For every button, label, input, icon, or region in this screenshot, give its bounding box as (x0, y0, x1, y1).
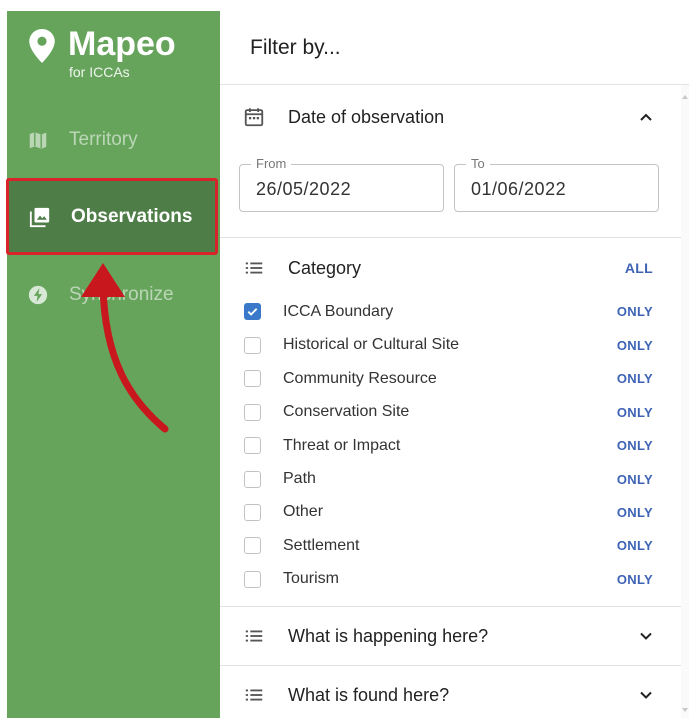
category-label: Threat or Impact (283, 436, 401, 454)
select-all-button[interactable]: ALL (625, 260, 653, 276)
divider (220, 606, 681, 607)
category-section-header[interactable]: Category ALL (220, 240, 681, 296)
panel-title: Filter by... (220, 11, 689, 85)
chevron-up-icon[interactable] (639, 110, 653, 124)
list-item[interactable]: ICCA Boundary ONLY (220, 295, 681, 328)
scroll-down-icon[interactable] (682, 708, 688, 712)
list-item[interactable]: Tourism ONLY (220, 563, 681, 596)
category-label: Conservation Site (283, 403, 410, 420)
sidebar-item-label: Synchronize (69, 284, 174, 305)
date-to-value[interactable]: 01/06/2022 (471, 179, 566, 200)
filter-panel: Filter by... Date of observation From 26… (220, 11, 689, 718)
only-button[interactable]: ONLY (617, 472, 653, 487)
only-button[interactable]: ONLY (617, 538, 653, 553)
divider (220, 237, 681, 238)
category-label: Other (283, 503, 324, 520)
section-title: What is found here? (288, 684, 450, 705)
section-title: Date of observation (288, 106, 445, 127)
date-from-field[interactable]: From 26/05/2022 (239, 156, 444, 212)
sidebar: Mapeo for ICCAs Territory Observations S… (6, 11, 220, 718)
category-checkbox[interactable] (244, 403, 261, 421)
category-checkbox[interactable] (244, 503, 261, 521)
category-checkbox[interactable] (244, 470, 261, 488)
category-label: Historical or Cultural Site (283, 336, 460, 353)
app-subtitle: for ICCAs (69, 64, 130, 80)
sidebar-item-label: Territory (69, 129, 138, 150)
only-button[interactable]: ONLY (617, 371, 653, 386)
category-label: Settlement (283, 536, 360, 554)
photo-library-icon (29, 206, 51, 228)
app-name: Mapeo (68, 25, 176, 63)
only-button[interactable]: ONLY (617, 304, 653, 319)
sidebar-item-synchronize[interactable]: Synchronize (7, 269, 220, 321)
chevron-down-icon[interactable] (639, 629, 653, 643)
list-item[interactable]: Threat or Impact ONLY (220, 429, 681, 462)
category-label: Path (283, 470, 316, 487)
category-checkbox[interactable] (244, 303, 261, 320)
divider (220, 665, 681, 666)
sidebar-item-territory[interactable]: Territory (7, 114, 220, 166)
date-section-header[interactable]: Date of observation (220, 89, 681, 145)
chevron-down-icon[interactable] (639, 688, 653, 702)
category-checkbox[interactable] (244, 336, 261, 354)
found-section-header[interactable]: What is found here? (220, 667, 681, 718)
category-checkbox[interactable] (244, 537, 261, 554)
date-from-value[interactable]: 26/05/2022 (256, 179, 351, 200)
category-checkbox[interactable] (244, 437, 261, 454)
list-icon (243, 257, 265, 279)
scroll-up-icon[interactable] (682, 95, 688, 99)
category-checkbox[interactable] (244, 570, 261, 588)
list-item[interactable]: Settlement ONLY (220, 529, 681, 562)
bolt-icon (27, 284, 49, 306)
only-button[interactable]: ONLY (617, 505, 653, 520)
location-pin-icon (29, 29, 55, 63)
sidebar-item-observations[interactable]: Observations (6, 178, 218, 255)
category-label: Community Resource (283, 369, 437, 387)
list-item[interactable]: Conservation Site ONLY (220, 396, 681, 429)
happening-section-header[interactable]: What is happening here? (220, 608, 681, 664)
category-label: ICCA Boundary (283, 302, 394, 320)
scrollbar[interactable] (681, 85, 689, 718)
only-button[interactable]: ONLY (617, 405, 653, 420)
sidebar-item-label: Observations (71, 205, 193, 227)
only-button[interactable]: ONLY (617, 338, 653, 353)
section-title: What is happening here? (288, 625, 489, 646)
category-checkbox[interactable] (244, 370, 261, 387)
date-to-label: To (466, 156, 490, 171)
list-icon (243, 684, 265, 706)
category-label: Tourism (283, 570, 340, 587)
section-title: Category (288, 257, 362, 278)
map-icon (27, 129, 49, 151)
list-item[interactable]: Path ONLY (220, 463, 681, 496)
list-item[interactable]: Historical or Cultural Site ONLY (220, 329, 681, 362)
list-icon (243, 625, 265, 647)
only-button[interactable]: ONLY (617, 572, 653, 587)
calendar-icon (243, 106, 265, 128)
date-from-label: From (251, 156, 292, 171)
list-item[interactable]: Other ONLY (220, 496, 681, 529)
date-to-field[interactable]: To 01/06/2022 (454, 156, 659, 212)
only-button[interactable]: ONLY (617, 438, 653, 453)
list-item[interactable]: Community Resource ONLY (220, 362, 681, 395)
